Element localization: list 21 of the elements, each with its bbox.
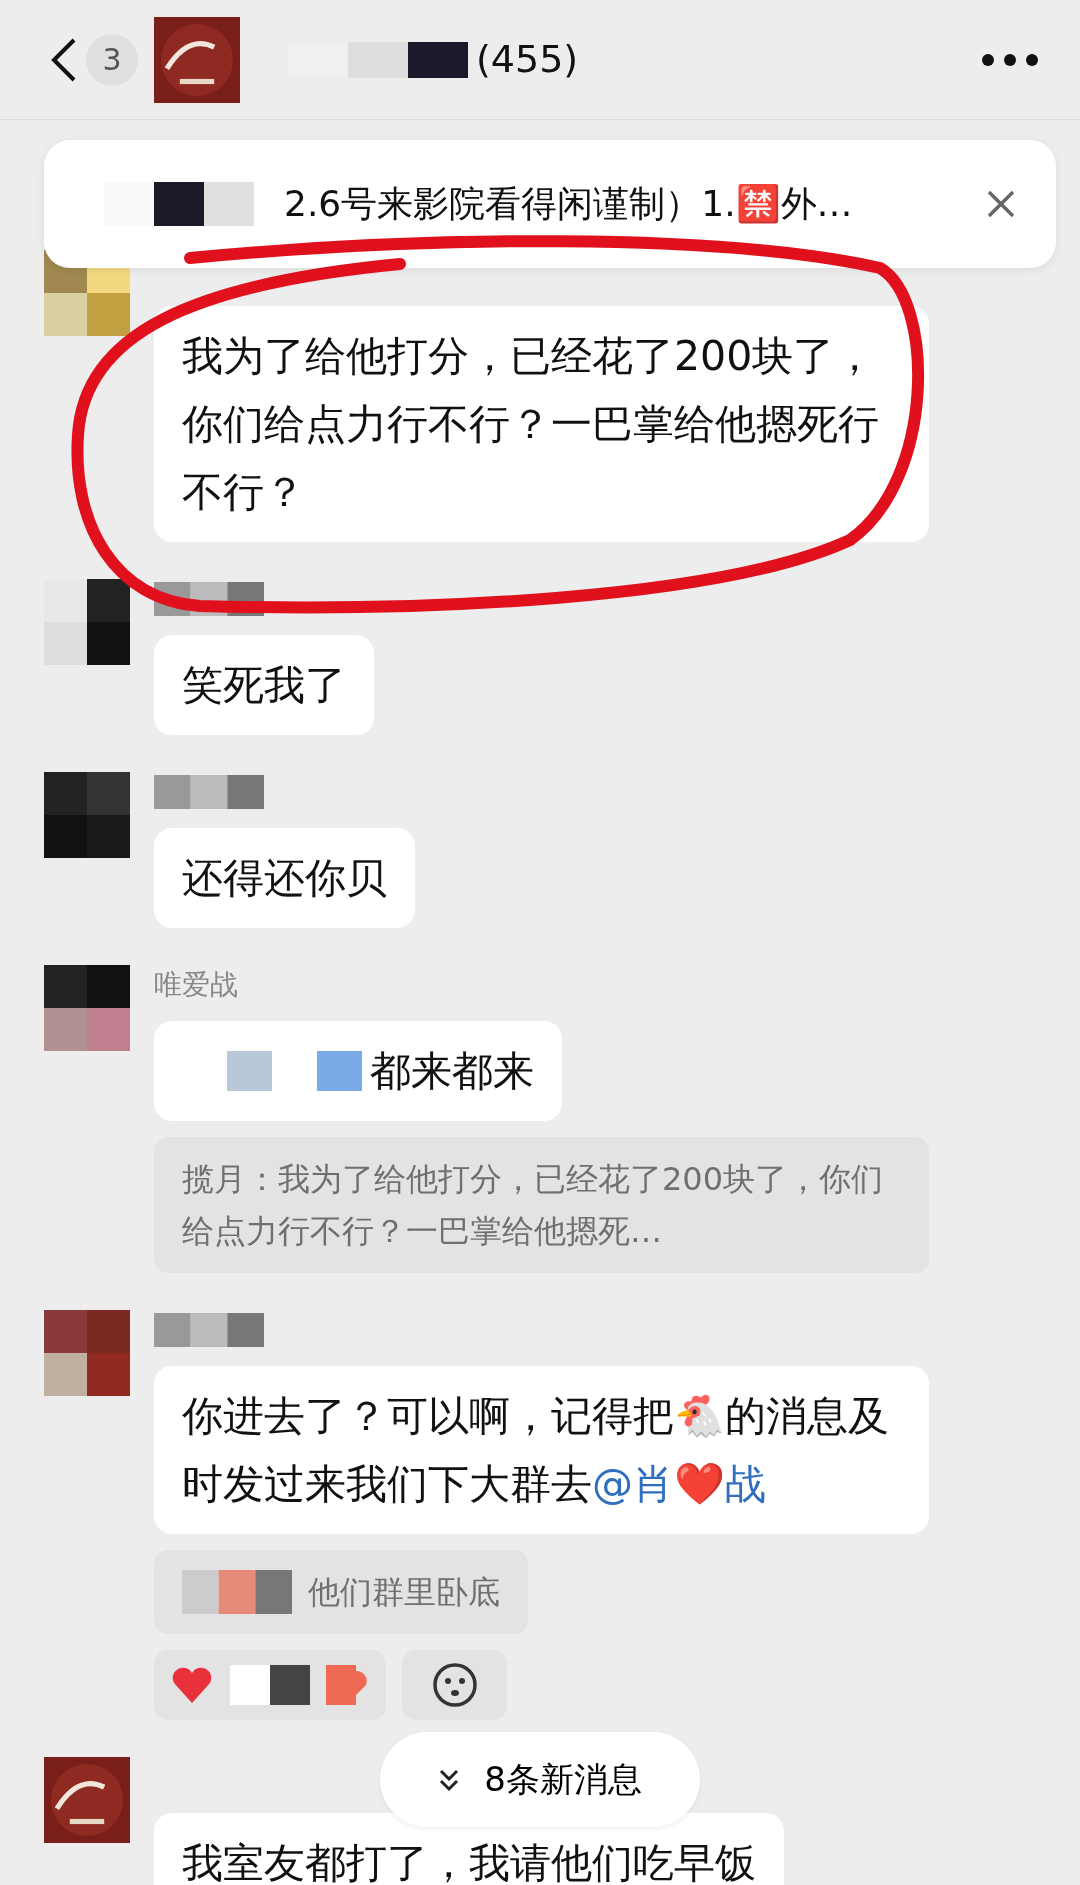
more-icon[interactable] [980, 52, 1040, 67]
message-bubble: 我室友都打了，我请他们吃早饭 [154, 1813, 784, 1885]
close-icon[interactable] [986, 189, 1016, 219]
chevron-down-icon [438, 1767, 461, 1792]
mention-link[interactable]: @肖❤战 [592, 1460, 766, 1508]
add-reaction-button[interactable] [402, 1650, 507, 1720]
pinned-notice-text: 2.6号来影院看得闲谨制）1.🈲外… [284, 182, 853, 226]
pinned-notice-bar[interactable]: 2.6号来影院看得闲谨制）1.🈲外… [44, 140, 1056, 268]
message-bubble: 还得还你贝 [154, 828, 415, 928]
message-text: 都来都来 [370, 1046, 534, 1097]
quoted-message: 他们群里卧底 [308, 1572, 500, 1613]
smiley-icon [430, 1661, 479, 1709]
message-bubble: 我为了给他打分，已经花了200块了，你们给点力行不行？一巴掌给他摁死行不行？ [154, 306, 929, 542]
sender-name: 唯爱战 [154, 967, 238, 1003]
chat-title: (455) [476, 36, 579, 83]
message-bubble: 笑死我了 [154, 635, 374, 735]
new-messages-button[interactable]: 8条新消息 [380, 1732, 700, 1827]
quoted-message: 揽月：我为了给他打分，已经花了200块了，你们给点力行不行？一巴掌给他摁死… [154, 1137, 929, 1273]
message-bubble: 你进去了？可以啊，记得把🐔的消息及时发过来我们下大群去@肖❤战 [154, 1366, 929, 1534]
reaction-pill[interactable] [154, 1650, 386, 1720]
unread-count-badge: 3 [86, 33, 138, 86]
